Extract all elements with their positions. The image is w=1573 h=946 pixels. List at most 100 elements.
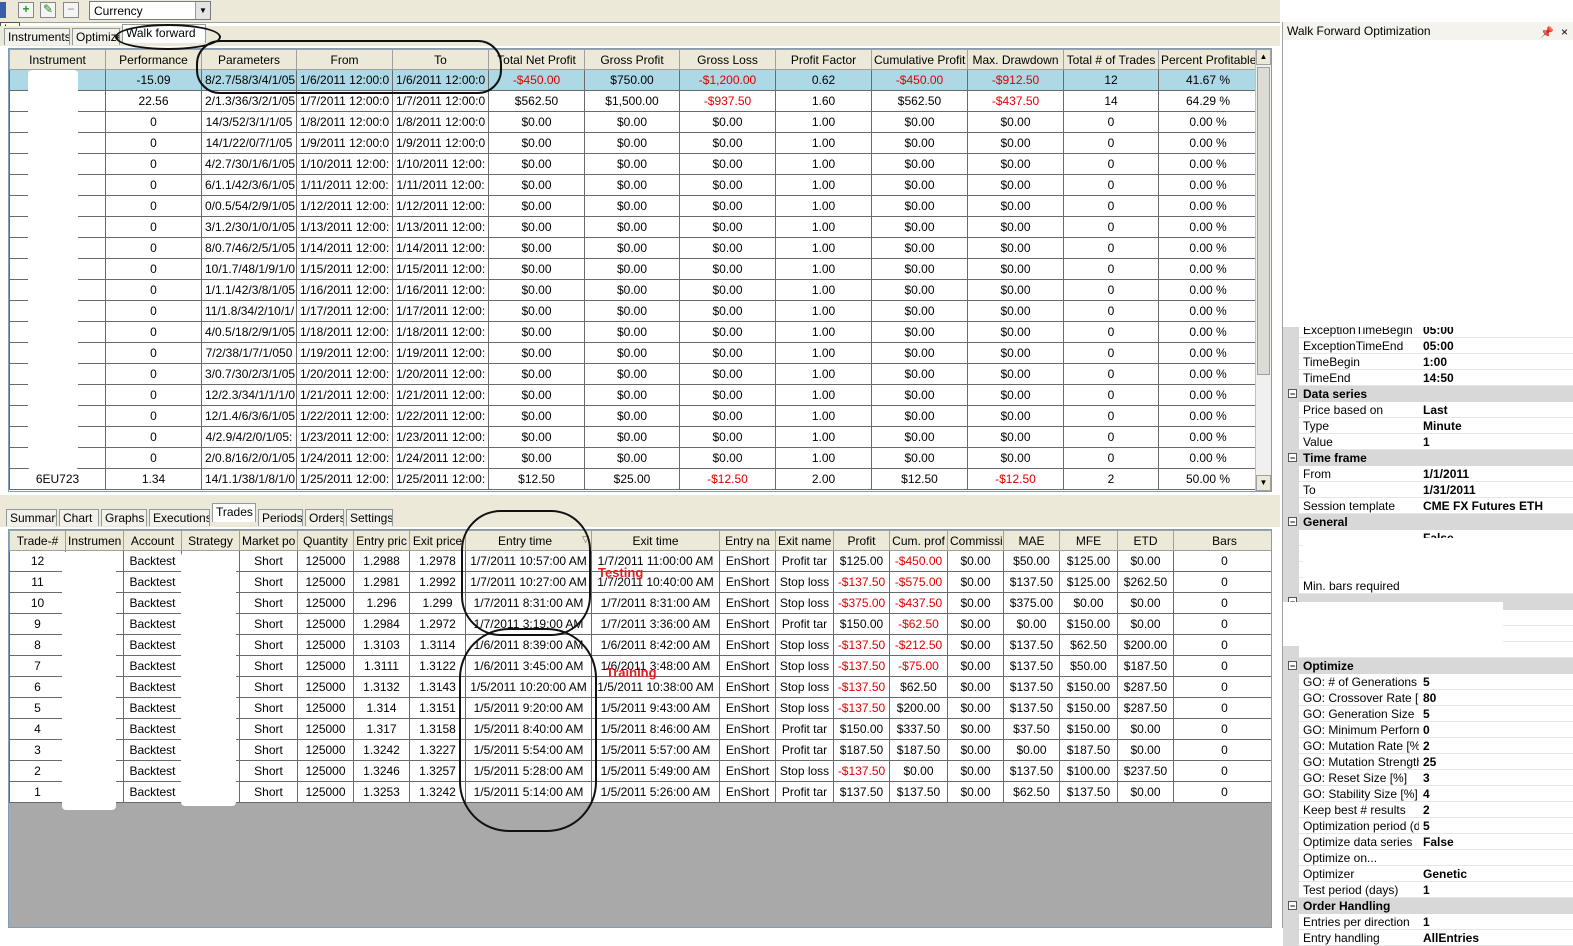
table-row[interactable]: 0 3/0.7/30/2/3/1/05 1/20/2011 12:00: 1/20/2…	[9, 363, 1258, 385]
tab-periods[interactable]: Periods	[258, 509, 303, 526]
scrollbar-thumb[interactable]	[1257, 67, 1270, 375]
table-row[interactable]: 0 12/1.4/6/3/6/1/05 1/22/2011 12:00: 1/22/2…	[9, 405, 1258, 427]
property-value[interactable]: 25	[1423, 754, 1436, 770]
property-category[interactable]: − Data series	[1283, 386, 1573, 402]
property-row[interactable]: GO: Mutation Rate [%] 2	[1283, 738, 1573, 754]
property-value[interactable]: CME FX Futures ETH	[1423, 498, 1543, 514]
col-trade-number[interactable]: Trade-#	[9, 530, 66, 551]
property-row[interactable]: TimeEnd 14:50	[1283, 370, 1573, 386]
col-gross-profit[interactable]: Gross Profit	[584, 49, 680, 70]
table-row[interactable]: 304/2.9/4/2/0/1/05:1/23/2011 12:00:1/23/…	[9, 426, 1258, 448]
col-bars[interactable]: Bars	[1173, 530, 1271, 551]
tab-trades[interactable]: Trades	[212, 503, 256, 522]
tab-optimize[interactable]: Optimize	[72, 28, 120, 45]
property-row[interactable]: Test period (days) 1	[1283, 882, 1573, 898]
collapse-icon[interactable]: −	[1288, 661, 1297, 671]
property-value[interactable]: 3	[1423, 770, 1430, 786]
property-category[interactable]: − General	[1283, 514, 1573, 530]
col-mfe[interactable]: MFE	[1059, 530, 1118, 551]
property-value[interactable]: 5	[1423, 818, 1430, 834]
property-value[interactable]: 05:00	[1423, 338, 1454, 354]
col-entry-price[interactable]: Entry pric	[353, 530, 410, 551]
property-row[interactable]: GO: Minimum Performan 0	[1283, 722, 1573, 738]
property-row[interactable]: GO: Crossover Rate [%] 80	[1283, 690, 1573, 706]
property-row[interactable]: Value 1	[1283, 434, 1573, 450]
col-mae[interactable]: MAE	[1003, 530, 1060, 551]
table-row[interactable]: 0 10/1.7/48/1/9/1/0 1/15/2011 12:00: 1/15/2…	[9, 258, 1258, 280]
property-row[interactable]: ExceptionTimeEnd 05:00	[1283, 338, 1573, 354]
tab-instruments[interactable]: Instruments	[4, 28, 70, 45]
property-row[interactable]: Optimization period (day: 5	[1283, 818, 1573, 834]
property-row[interactable]: GO: Reset Size [%] 3	[1283, 770, 1573, 786]
property-value[interactable]: 1/31/2011	[1423, 482, 1476, 498]
col-cumulative-profit[interactable]: Cumulative Profit	[871, 49, 968, 70]
col-instrument[interactable]: Instrument	[9, 49, 106, 70]
property-category[interactable]: − Time frame	[1283, 450, 1573, 466]
table-row[interactable]: 0 7/2/38/1/7/1/050 1/19/2011 12:00: 1/19/20…	[9, 342, 1258, 364]
col-instrument[interactable]: Instrumen	[65, 530, 124, 551]
property-value[interactable]: 5	[1423, 706, 1430, 722]
property-row[interactable]: Min. bars required	[1283, 578, 1573, 594]
table-row[interactable]: 6EU723 1.34 14/1.1/38/1/8/1/0 1/25/2011 12:…	[9, 468, 1258, 490]
col-cum-profit[interactable]: Cum. prof	[889, 530, 948, 551]
collapse-icon[interactable]: −	[1288, 901, 1297, 911]
property-row[interactable]: GO: Stability Size [%] 4	[1283, 786, 1573, 802]
property-value[interactable]: 1:00	[1423, 354, 1447, 370]
tab-executions[interactable]: Executions	[149, 509, 210, 526]
property-row[interactable]: Keep best # results 2	[1283, 802, 1573, 818]
col-etd[interactable]: ETD	[1117, 530, 1174, 551]
collapse-icon[interactable]: −	[1288, 453, 1297, 463]
property-row[interactable]: GO: Generation Size 5	[1283, 706, 1573, 722]
close-icon[interactable]: ×	[1561, 23, 1568, 41]
property-value[interactable]: Genetic	[1423, 866, 1467, 882]
table-row[interactable]: 0 11/1.8/34/2/10/1/1/17/2011 12:00: 1/17/2…	[9, 300, 1258, 322]
property-value[interactable]: 1	[1423, 434, 1430, 450]
property-row[interactable]: GO: # of Generations 5	[1283, 674, 1573, 690]
property-value[interactable]: 2	[1423, 738, 1430, 754]
property-value[interactable]: 2	[1423, 802, 1430, 818]
col-quantity[interactable]: Quantity	[297, 530, 354, 551]
col-profit-factor[interactable]: Profit Factor	[775, 49, 872, 70]
property-row[interactable]: GO: Mutation Strength [25	[1283, 754, 1573, 770]
table-row[interactable]: 0 4/0.5/18/2/9/1/05 1/18/2011 12:00: 1/18/2…	[9, 321, 1258, 343]
col-entry-name[interactable]: Entry na	[719, 530, 776, 551]
splitter[interactable]	[0, 495, 1280, 505]
table-row[interactable]: 0 2/0.8/16/2/0/1/05 1/24/2011 12:00: 1/24/2…	[9, 447, 1258, 469]
property-row[interactable]: Entry handling AllEntries	[1283, 930, 1573, 946]
property-value[interactable]: 5	[1423, 674, 1430, 690]
remove-icon[interactable]: −	[63, 2, 79, 18]
property-row[interactable]: TimeBegin 1:00	[1283, 354, 1573, 370]
col-profit[interactable]: Profit	[833, 530, 890, 551]
col-exit-name[interactable]: Exit name	[775, 530, 834, 551]
property-value[interactable]: False	[1423, 834, 1454, 850]
property-value[interactable]: Last	[1423, 402, 1448, 418]
tab-settings[interactable]: Settings	[346, 509, 393, 526]
property-category[interactable]: − Order Handling	[1283, 898, 1573, 914]
col-max-drawdown[interactable]: Max. Drawdown	[967, 49, 1064, 70]
property-row[interactable]: To 1/31/2011	[1283, 482, 1573, 498]
table-row[interactable]: 0 4/2.7/30/1/6/1/05 1/10/2011 12:00: 1/10/2…	[9, 153, 1258, 175]
property-value[interactable]: 0	[1423, 722, 1430, 738]
edit-icon[interactable]: ✎	[40, 2, 56, 18]
pin-icon[interactable]: 📌	[1540, 24, 1554, 42]
optimization-grid-scrollbar[interactable]: ▲ ▼	[1255, 49, 1271, 491]
property-row[interactable]: Optimizer Genetic	[1283, 866, 1573, 882]
table-row[interactable]: 0 0/0.5/54/2/9/1/05 1/12/2011 12:00: 1/12/2…	[9, 195, 1258, 217]
currency-dropdown[interactable]: Currency ▼	[89, 1, 211, 20]
chevron-down-icon[interactable]: ▼	[195, 2, 210, 19]
col-percent-profitable[interactable]: Percent Profitable	[1158, 49, 1258, 70]
col-commission[interactable]: Commissi	[947, 530, 1004, 551]
table-row[interactable]: 0 14/1/22/0/7/1/05 1/9/2011 12:00:0 1/9/201…	[9, 132, 1258, 154]
table-row[interactable]: 0 14/3/52/3/1/1/05 1/8/2011 12:00:0 1/8/201…	[9, 111, 1258, 133]
window-icon[interactable]	[0, 2, 6, 18]
property-row[interactable]: From 1/1/2011	[1283, 466, 1573, 482]
col-total-net-profit[interactable]: Total Net Profit	[488, 49, 585, 70]
property-row[interactable]: Session template CME FX Futures ETH	[1283, 498, 1573, 514]
property-value[interactable]: 14:50	[1423, 370, 1454, 386]
col-exit-price[interactable]: Exit price	[409, 530, 466, 551]
collapse-icon[interactable]: −	[1288, 517, 1297, 527]
property-value[interactable]: 80	[1423, 690, 1436, 706]
property-value[interactable]: 1/1/2011	[1423, 466, 1469, 482]
tab-graphs[interactable]: Graphs	[101, 509, 147, 526]
col-total-trades[interactable]: Total # of Trades	[1063, 49, 1159, 70]
